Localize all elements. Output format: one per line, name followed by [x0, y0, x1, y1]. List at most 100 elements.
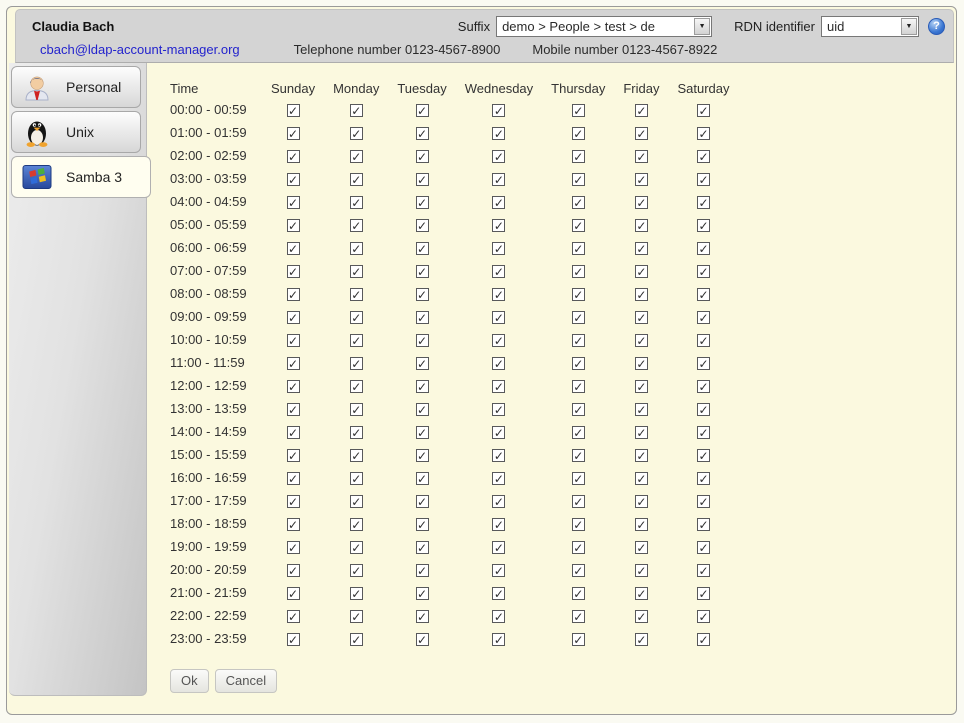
chevron-down-icon[interactable]: ▼: [901, 18, 917, 35]
hour-checkbox[interactable]: [350, 518, 363, 531]
hour-checkbox[interactable]: [416, 380, 429, 393]
hour-checkbox[interactable]: [635, 334, 648, 347]
tab-personal[interactable]: Personal: [11, 66, 141, 108]
hour-checkbox[interactable]: [635, 311, 648, 324]
hour-checkbox[interactable]: [350, 380, 363, 393]
cancel-button[interactable]: Cancel: [215, 669, 277, 693]
hour-checkbox[interactable]: [416, 518, 429, 531]
hour-checkbox[interactable]: [697, 288, 710, 301]
chevron-down-icon[interactable]: ▼: [694, 18, 710, 35]
hour-checkbox[interactable]: [635, 357, 648, 370]
hour-checkbox[interactable]: [635, 127, 648, 140]
hour-checkbox[interactable]: [350, 587, 363, 600]
hour-checkbox[interactable]: [492, 541, 505, 554]
hour-checkbox[interactable]: [572, 449, 585, 462]
hour-checkbox[interactable]: [635, 173, 648, 186]
hour-checkbox[interactable]: [350, 472, 363, 485]
hour-checkbox[interactable]: [697, 541, 710, 554]
hour-checkbox[interactable]: [572, 150, 585, 163]
hour-checkbox[interactable]: [492, 495, 505, 508]
hour-checkbox[interactable]: [287, 150, 300, 163]
hour-checkbox[interactable]: [416, 219, 429, 232]
suffix-select[interactable]: demo > People > test > de ▼: [496, 16, 712, 37]
hour-checkbox[interactable]: [492, 380, 505, 393]
hour-checkbox[interactable]: [350, 610, 363, 623]
hour-checkbox[interactable]: [697, 610, 710, 623]
hour-checkbox[interactable]: [697, 196, 710, 209]
hour-checkbox[interactable]: [416, 334, 429, 347]
hour-checkbox[interactable]: [492, 633, 505, 646]
hour-checkbox[interactable]: [350, 564, 363, 577]
hour-checkbox[interactable]: [350, 357, 363, 370]
hour-checkbox[interactable]: [350, 196, 363, 209]
hour-checkbox[interactable]: [697, 449, 710, 462]
hour-checkbox[interactable]: [350, 449, 363, 462]
hour-checkbox[interactable]: [697, 518, 710, 531]
hour-checkbox[interactable]: [416, 610, 429, 623]
hour-checkbox[interactable]: [635, 449, 648, 462]
hour-checkbox[interactable]: [572, 472, 585, 485]
hour-checkbox[interactable]: [287, 334, 300, 347]
hour-checkbox[interactable]: [635, 518, 648, 531]
tab-samba3[interactable]: Samba 3: [11, 156, 151, 198]
hour-checkbox[interactable]: [350, 426, 363, 439]
hour-checkbox[interactable]: [416, 564, 429, 577]
hour-checkbox[interactable]: [635, 587, 648, 600]
hour-checkbox[interactable]: [635, 426, 648, 439]
hour-checkbox[interactable]: [492, 150, 505, 163]
hour-checkbox[interactable]: [416, 173, 429, 186]
hour-checkbox[interactable]: [697, 380, 710, 393]
hour-checkbox[interactable]: [572, 104, 585, 117]
hour-checkbox[interactable]: [635, 403, 648, 416]
tab-unix[interactable]: Unix: [11, 111, 141, 153]
hour-checkbox[interactable]: [492, 357, 505, 370]
hour-checkbox[interactable]: [416, 357, 429, 370]
hour-checkbox[interactable]: [350, 265, 363, 278]
help-icon[interactable]: ?: [928, 18, 945, 35]
hour-checkbox[interactable]: [287, 380, 300, 393]
hour-checkbox[interactable]: [287, 265, 300, 278]
rdn-identifier-select[interactable]: uid ▼: [821, 16, 919, 37]
hour-checkbox[interactable]: [492, 334, 505, 347]
hour-checkbox[interactable]: [635, 288, 648, 301]
hour-checkbox[interactable]: [350, 173, 363, 186]
hour-checkbox[interactable]: [492, 265, 505, 278]
hour-checkbox[interactable]: [287, 495, 300, 508]
hour-checkbox[interactable]: [492, 518, 505, 531]
hour-checkbox[interactable]: [635, 633, 648, 646]
hour-checkbox[interactable]: [635, 564, 648, 577]
hour-checkbox[interactable]: [492, 311, 505, 324]
hour-checkbox[interactable]: [697, 357, 710, 370]
ok-button[interactable]: Ok: [170, 669, 209, 693]
hour-checkbox[interactable]: [416, 587, 429, 600]
hour-checkbox[interactable]: [697, 403, 710, 416]
hour-checkbox[interactable]: [350, 633, 363, 646]
hour-checkbox[interactable]: [572, 265, 585, 278]
hour-checkbox[interactable]: [572, 311, 585, 324]
hour-checkbox[interactable]: [350, 219, 363, 232]
hour-checkbox[interactable]: [572, 633, 585, 646]
hour-checkbox[interactable]: [492, 426, 505, 439]
hour-checkbox[interactable]: [416, 150, 429, 163]
hour-checkbox[interactable]: [492, 564, 505, 577]
hour-checkbox[interactable]: [635, 219, 648, 232]
hour-checkbox[interactable]: [697, 242, 710, 255]
hour-checkbox[interactable]: [416, 426, 429, 439]
hour-checkbox[interactable]: [350, 311, 363, 324]
hour-checkbox[interactable]: [350, 150, 363, 163]
hour-checkbox[interactable]: [492, 472, 505, 485]
hour-checkbox[interactable]: [635, 196, 648, 209]
hour-checkbox[interactable]: [697, 219, 710, 232]
hour-checkbox[interactable]: [572, 541, 585, 554]
hour-checkbox[interactable]: [635, 265, 648, 278]
hour-checkbox[interactable]: [492, 587, 505, 600]
hour-checkbox[interactable]: [287, 288, 300, 301]
hour-checkbox[interactable]: [416, 288, 429, 301]
hour-checkbox[interactable]: [635, 380, 648, 393]
hour-checkbox[interactable]: [697, 472, 710, 485]
hour-checkbox[interactable]: [697, 127, 710, 140]
hour-checkbox[interactable]: [572, 518, 585, 531]
hour-checkbox[interactable]: [350, 104, 363, 117]
hour-checkbox[interactable]: [697, 426, 710, 439]
hour-checkbox[interactable]: [635, 150, 648, 163]
